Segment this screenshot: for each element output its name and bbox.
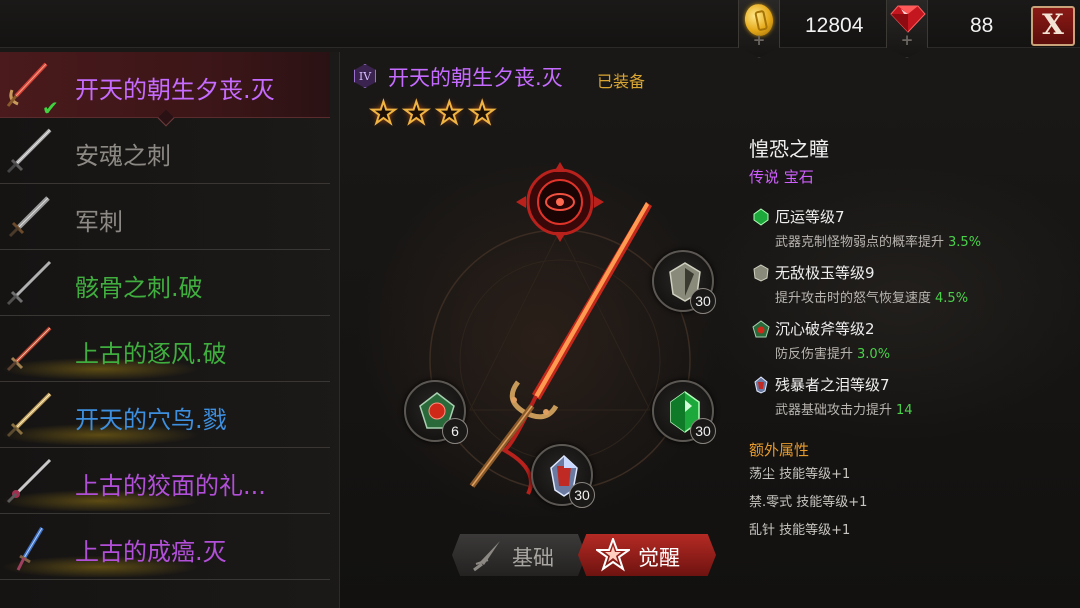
attribute-name: 沉心破斧等级2 <box>775 320 875 338</box>
attribute-value: 4.5% <box>935 291 969 306</box>
socket-level: 30 <box>569 482 595 508</box>
eye-emblem-icon <box>516 162 604 242</box>
attribute-desc: 防反伤害提升 3.0% <box>775 347 891 362</box>
tab-basic[interactable]: 基础 <box>452 534 586 576</box>
sword-icon <box>16 526 44 571</box>
sword-icon <box>6 260 52 306</box>
sword-icon <box>6 326 52 372</box>
crystal-gem-icon <box>754 376 768 394</box>
socket-level: 6 <box>442 418 468 444</box>
weapon-list-label: 骸骨之刺.破 <box>75 274 203 302</box>
awaken-star-icon <box>596 538 630 572</box>
weapon-list-item[interactable]: 上古的成癌.灭 <box>0 514 330 580</box>
equipped-status: 已装备 <box>597 72 646 91</box>
attribute-value: 14 <box>896 403 913 418</box>
gem-socket[interactable]: 30 <box>652 250 716 314</box>
tab-awaken-label: 觉醒 <box>638 546 680 570</box>
weapon-list-label: 军刺 <box>75 208 123 236</box>
gem-socket[interactable]: 30 <box>531 444 595 508</box>
weapon-list-label: 上古的狡面的礼... <box>75 472 266 500</box>
star-icon: ★ <box>369 96 398 131</box>
blade-icon <box>473 541 500 572</box>
sword-icon <box>6 392 52 438</box>
top-bar: + 12804 + 88 X <box>0 0 1080 58</box>
tab-awaken[interactable]: 觉醒 <box>578 534 716 576</box>
extra-attribute: 禁.零式 技能等级+1 <box>749 495 868 510</box>
attribute-desc: 武器基础攻击力提升 14 <box>775 403 913 418</box>
gem-add-button[interactable]: + <box>886 0 928 58</box>
sword-icon <box>8 196 50 238</box>
weapon-list-item[interactable]: 上古的狡面的礼... <box>0 448 330 514</box>
socket-level: 30 <box>690 288 716 314</box>
ruby-gem-icon <box>752 320 770 338</box>
gem-type: 传说 宝石 <box>749 168 814 186</box>
weapon-list-item[interactable]: 军刺 <box>0 184 330 250</box>
weapon-list-item[interactable]: 开天的穴鸟.戮 <box>0 382 330 448</box>
sword-icon <box>6 458 52 504</box>
extra-attribute: 乱针 技能等级+1 <box>749 523 851 538</box>
weapon-list-label: 开天的朝生夕丧.灭 <box>75 76 275 104</box>
attribute-name: 无敌极玉等级9 <box>775 264 875 282</box>
gold-add-button[interactable]: + <box>738 0 780 58</box>
attribute-name: 残暴者之泪等级7 <box>775 376 890 394</box>
gold-amount: 12804 <box>805 14 864 37</box>
star-icon: ★ <box>468 96 497 131</box>
tab-basic-label: 基础 <box>512 546 554 570</box>
plus-icon: + <box>752 31 766 49</box>
gem-name: 惶恐之瞳 <box>749 137 829 161</box>
attribute-name: 厄运等级7 <box>775 208 845 226</box>
attribute-desc: 提升攻击时的怒气恢复速度 4.5% <box>775 291 969 306</box>
socket-level: 30 <box>690 418 716 444</box>
close-button[interactable]: X <box>1031 6 1075 46</box>
gem-socket[interactable]: 6 <box>404 380 468 444</box>
extra-attribute: 荡尘 技能等级+1 <box>749 467 851 482</box>
star-icon: ★ <box>435 96 464 131</box>
weapon-title: 开天的朝生夕丧.灭 <box>388 66 563 90</box>
weapon-list-label: 安魂之刺 <box>75 142 171 170</box>
weapon-list-label: 开天的穴鸟.戮 <box>75 406 227 434</box>
attribute-value: 3.0% <box>857 347 891 362</box>
extra-attributes-title: 额外属性 <box>749 441 810 459</box>
weapon-list-label: 上古的成癌.灭 <box>75 538 227 566</box>
attribute-desc: 武器克制怪物弱点的概率提升 3.5% <box>775 235 982 250</box>
weapon-list-item[interactable]: 骸骨之刺.破 <box>0 250 330 316</box>
sword-icon <box>6 128 52 174</box>
weapon-list: ✔ 开天的朝生夕丧.灭 安魂之刺 军刺 骸骨之刺.破 上古的逐风.破 开天的穴鸟… <box>0 52 340 608</box>
weapon-list-label: 上古的逐风.破 <box>75 340 227 368</box>
gem-socket[interactable]: 30 <box>652 380 716 444</box>
equipped-check-icon: ✔ <box>42 96 59 120</box>
gem-amount: 88 <box>970 14 994 37</box>
weapon-list-item[interactable]: 上古的逐风.破 <box>0 316 330 382</box>
attribute-value: 3.5% <box>948 235 982 250</box>
green-gem-icon <box>753 208 769 226</box>
star-rating: ★ ★ ★ ★ <box>369 96 497 131</box>
weapon-list-item[interactable]: 安魂之刺 <box>0 118 330 184</box>
plus-icon: + <box>900 31 914 49</box>
weapon-list-item[interactable]: ✔ 开天的朝生夕丧.灭 <box>0 52 330 127</box>
red-gem-icon <box>890 5 926 33</box>
star-icon: ★ <box>402 96 431 131</box>
shield-gem-icon <box>753 264 769 282</box>
